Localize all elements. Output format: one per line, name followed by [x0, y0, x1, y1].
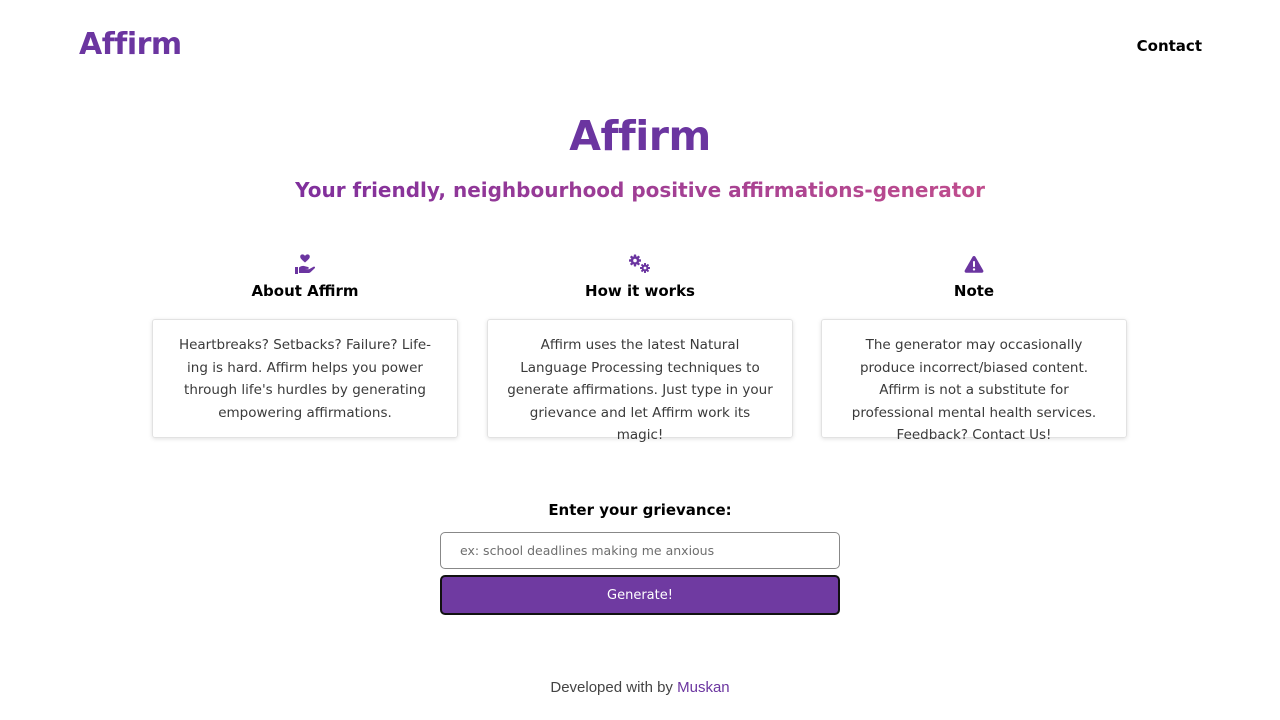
author-link[interactable]: Muskan — [677, 679, 730, 696]
footer: Developed with by Muskan — [0, 679, 1280, 696]
hand-holding-heart-icon — [295, 254, 316, 274]
footer-prefix: Developed with — [550, 679, 653, 696]
page-subtitle-text: Your friendly, neighbourhood positive af… — [295, 178, 985, 202]
grievance-input[interactable] — [440, 532, 840, 569]
feature-card: Affirm uses the latest Natural Language … — [487, 319, 793, 443]
cogs-icon — [629, 254, 650, 273]
feature-heading: About Affirm — [251, 282, 359, 300]
grievance-label: Enter your grievance: — [548, 501, 732, 519]
feature-card: The generator may occasionally produce i… — [821, 319, 1127, 443]
nav-brand-logo[interactable]: Affirm — [79, 27, 182, 62]
feature-how-it-works: How it works Affirm uses the latest Natu… — [487, 252, 793, 443]
warning-icon — [964, 256, 984, 273]
feature-about: About Affirm Heartbreaks? Setbacks? Fail… — [152, 252, 458, 438]
footer-by: by — [657, 679, 673, 696]
feature-heading: Note — [953, 282, 995, 300]
generate-button[interactable]: Generate! — [440, 575, 840, 615]
feature-heading: How it works — [585, 282, 695, 300]
feature-note: Note The generator may occasionally prod… — [821, 252, 1127, 443]
feature-card: Heartbreaks? Setbacks? Failure? Life-ing… — [152, 319, 458, 438]
nav-contact-link[interactable]: Contact — [1137, 37, 1202, 55]
page-title: Affirm — [569, 112, 711, 160]
page-subtitle: Your friendly, neighbourhood positive af… — [0, 178, 1280, 202]
